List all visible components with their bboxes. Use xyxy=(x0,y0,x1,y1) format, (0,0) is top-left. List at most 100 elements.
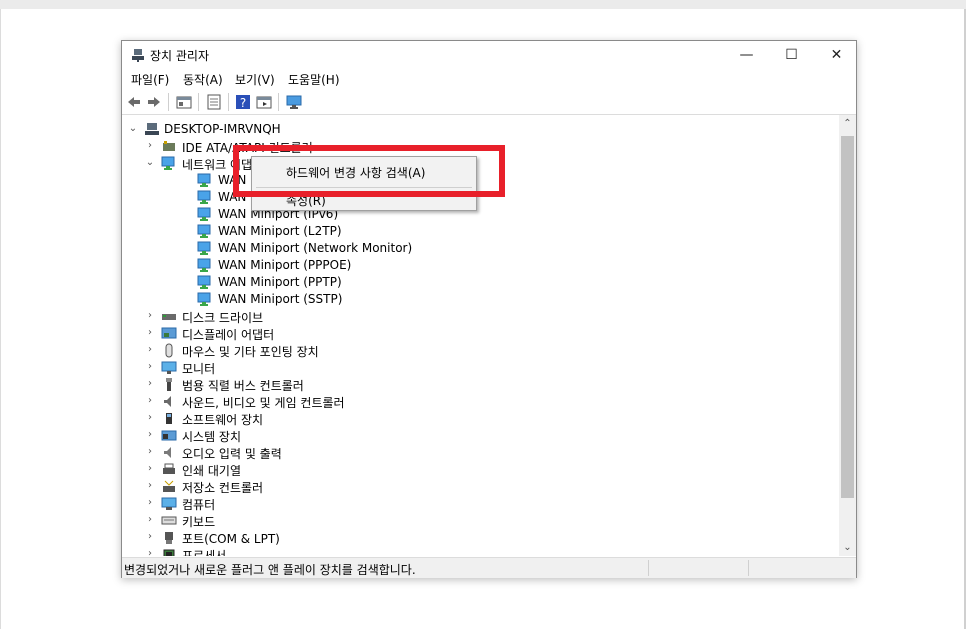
tree-item-label: 소프트웨어 장치 xyxy=(182,413,264,427)
expand-chevron-icon[interactable]: › xyxy=(145,428,155,442)
expand-chevron-icon[interactable]: › xyxy=(145,326,155,340)
svg-text:?: ? xyxy=(240,96,246,110)
tree-item-label: 포트(COM & LPT) xyxy=(182,532,280,546)
network-adapter-icon xyxy=(197,258,211,272)
show-hide-tree-icon[interactable] xyxy=(176,94,192,110)
tree-item-label: 시스템 장치 xyxy=(182,430,242,444)
system-device-icon xyxy=(161,430,177,441)
network-adapter-icon xyxy=(161,156,175,170)
properties-icon[interactable] xyxy=(206,94,222,110)
network-adapter-icon xyxy=(197,292,211,306)
computer-icon xyxy=(161,497,177,510)
tree-item-label: 컴퓨터 xyxy=(182,498,216,512)
expand-chevron-icon[interactable]: › xyxy=(145,411,155,425)
expand-chevron-icon[interactable]: › xyxy=(145,360,155,374)
status-divider xyxy=(648,560,649,576)
network-adapter-icon xyxy=(197,190,211,204)
forward-arrow-icon[interactable] xyxy=(146,94,162,110)
scroll-up-icon[interactable]: ⌃ xyxy=(839,115,856,132)
storage-controller-icon xyxy=(163,480,175,492)
background-edge-left xyxy=(0,9,1,629)
expand-chevron-icon[interactable]: › xyxy=(145,547,155,556)
tree-item-label: WAN Miniport (PPTP) xyxy=(218,275,342,289)
network-adapter-icon xyxy=(197,224,211,238)
tree-item-label: 사운드, 비디오 및 게임 컨트롤러 xyxy=(182,396,345,410)
expand-chevron-icon[interactable]: › xyxy=(145,343,155,357)
display-adapter-icon xyxy=(161,327,177,339)
scroll-down-icon[interactable]: ⌄ xyxy=(839,539,856,556)
maximize-button[interactable]: ☐ xyxy=(769,41,814,69)
computer-icon xyxy=(145,123,159,135)
action-pane-icon[interactable] xyxy=(256,94,272,110)
tree-item-label: 오디오 입력 및 출력 xyxy=(182,447,282,461)
audio-io-icon xyxy=(164,447,171,458)
highlight-box xyxy=(233,145,505,197)
status-bar: 변경되었거나 새로운 플러그 앤 플레이 장치를 검색합니다. xyxy=(122,557,856,578)
tree-item-label: 모니터 xyxy=(182,362,216,376)
expand-chevron-icon[interactable]: › xyxy=(145,496,155,510)
expand-chevron-icon[interactable]: › xyxy=(145,309,155,323)
mouse-icon xyxy=(165,343,173,358)
usb-controller-icon xyxy=(166,378,172,391)
keyboard-icon xyxy=(161,516,177,525)
status-divider xyxy=(748,560,749,576)
processor-icon xyxy=(163,549,175,556)
expand-chevron-icon[interactable]: › xyxy=(145,139,155,153)
collapse-chevron-icon[interactable]: ⌄ xyxy=(128,122,138,136)
tree-item-label: 마우스 및 기타 포인팅 장치 xyxy=(182,345,319,359)
menu-bar: 파일(F) 동작(A) 보기(V) 도움말(H) xyxy=(122,69,856,89)
tree-item-label: WAN Miniport (L2TP) xyxy=(218,224,342,238)
collapse-chevron-icon[interactable]: ⌄ xyxy=(145,156,155,170)
tree-item-label: 프로세서 xyxy=(182,549,227,556)
device-manager-window: 장치 관리자 — ☐ ✕ 파일(F) 동작(A) 보기(V) 도움말(H) ? … xyxy=(121,40,857,578)
sound-icon xyxy=(164,396,171,407)
toolbar-separator xyxy=(198,93,199,111)
network-adapter-icon xyxy=(197,275,211,289)
expand-chevron-icon[interactable]: › xyxy=(145,513,155,527)
menu-view[interactable]: 보기(V) xyxy=(235,71,275,88)
device-manager-icon xyxy=(132,49,144,62)
monitor-icon xyxy=(161,361,177,374)
tree-item-label: 키보드 xyxy=(182,515,216,529)
title-bar[interactable]: 장치 관리자 — ☐ ✕ xyxy=(122,41,856,69)
vertical-scrollbar[interactable]: ⌃ ⌄ xyxy=(839,115,856,556)
network-adapter-icon xyxy=(197,173,211,187)
expand-chevron-icon[interactable]: › xyxy=(145,530,155,544)
window-title: 장치 관리자 xyxy=(150,49,210,63)
menu-action[interactable]: 동작(A) xyxy=(183,71,223,88)
close-button[interactable]: ✕ xyxy=(814,41,859,69)
menu-help[interactable]: 도움말(H) xyxy=(288,71,340,88)
status-text: 변경되었거나 새로운 플러그 앤 플레이 장치를 검색합니다. xyxy=(124,563,416,577)
scrollbar-thumb[interactable] xyxy=(841,136,854,498)
toolbar: ? xyxy=(122,90,856,115)
expand-chevron-icon[interactable]: › xyxy=(145,462,155,476)
expand-chevron-icon[interactable]: › xyxy=(145,479,155,493)
printer-icon xyxy=(163,463,175,474)
expand-chevron-icon[interactable]: › xyxy=(145,377,155,391)
minimize-button[interactable]: — xyxy=(724,41,769,69)
disk-drive-icon xyxy=(162,314,176,320)
port-icon xyxy=(165,532,173,544)
tree-item-label: 범용 직렬 버스 컨트롤러 xyxy=(182,379,304,393)
scan-hardware-icon[interactable] xyxy=(286,94,302,110)
ide-controller-icon xyxy=(163,141,175,151)
help-icon[interactable]: ? xyxy=(235,94,251,110)
expand-chevron-icon[interactable]: › xyxy=(145,394,155,408)
toolbar-separator xyxy=(168,93,169,111)
expand-chevron-icon[interactable]: › xyxy=(145,445,155,459)
tree-item-label: WAN Miniport (PPPOE) xyxy=(218,258,352,272)
tree-item-label: WAN Miniport (SSTP) xyxy=(218,292,343,306)
tree-item-label: 인쇄 대기열 xyxy=(182,464,242,478)
tree-item-label: 디스크 드라이브 xyxy=(182,311,264,325)
tree-item-label: WAN Miniport (Network Monitor) xyxy=(218,241,413,255)
back-arrow-icon[interactable] xyxy=(126,94,142,110)
toolbar-separator xyxy=(228,93,229,111)
network-adapter-icon xyxy=(197,241,211,255)
menu-file[interactable]: 파일(F) xyxy=(131,71,169,88)
tree-item-label: 디스플레이 어댑터 xyxy=(182,328,275,342)
tree-item-label: 저장소 컨트롤러 xyxy=(182,481,264,495)
software-device-icon xyxy=(166,413,172,424)
toolbar-separator xyxy=(278,93,279,111)
background-strip xyxy=(0,0,966,9)
network-adapter-icon xyxy=(197,207,211,221)
